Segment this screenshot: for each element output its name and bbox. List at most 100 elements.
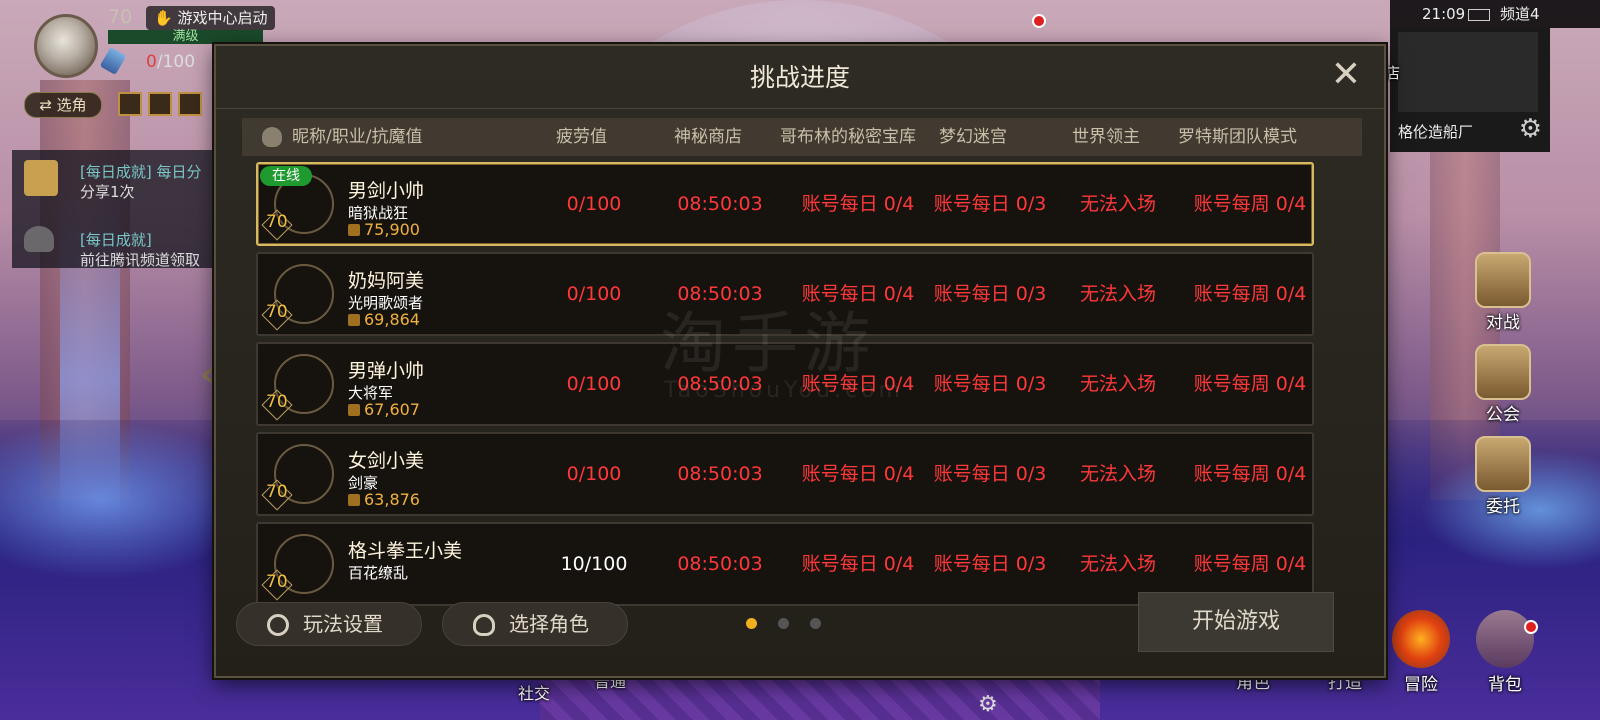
commission-button[interactable]: 委托 [1470, 436, 1536, 517]
fatigue-value: 10/100 [560, 553, 628, 575]
header-mystery-shop: 神秘商店 [674, 127, 742, 147]
world-lord-status: 无法入场 [1079, 283, 1156, 305]
dream-maze-progress: 账号每日 0/3 [933, 463, 1047, 485]
quest-item[interactable]: [每日成就] 每日分 分享1次 [80, 162, 201, 202]
character-select-icon [473, 614, 495, 636]
watermark: 淘手游 [660, 305, 876, 382]
bag-icon [1476, 610, 1534, 668]
world-lord-status: 无法入场 [1079, 373, 1156, 395]
anti-magic-value: 69,864 [364, 310, 420, 329]
select-role-button[interactable]: 选择角色 [442, 602, 628, 646]
fatigue-value: 0/100 [566, 283, 622, 305]
notification-dot [1524, 620, 1538, 634]
minimap[interactable]: 格伦造船厂 ⚙ [1390, 28, 1550, 152]
power-icon [348, 224, 360, 236]
power-icon [348, 494, 360, 506]
character-class: 百花缭乱 [348, 564, 409, 582]
quest-item[interactable]: [每日成就] 前往腾讯频道领取 [80, 230, 200, 270]
person-icon [262, 127, 282, 147]
character-level: 70 [266, 572, 288, 592]
notification-dot [1032, 14, 1046, 28]
anti-magic-power: 75,900 [348, 220, 420, 239]
adventure-icon [1392, 610, 1450, 668]
mystery-shop-timer: 08:50:03 [677, 193, 763, 215]
character-name: 格斗拳王小美 [348, 540, 463, 562]
anti-magic-value: 63,876 [364, 490, 420, 509]
full-level-bar: 满级 [108, 30, 263, 44]
header-dream-maze: 梦幻迷宫 [939, 127, 1007, 147]
anti-magic-value: 67,607 [364, 400, 420, 419]
character-name: 奶妈阿美 [348, 270, 425, 292]
fatigue-counter: 0/100 [146, 52, 195, 72]
character-row[interactable]: 70 女剑小美 剑豪 63,876 0/100 08:50:03 账号每日 0/4 账号每日 … [256, 432, 1314, 516]
anti-magic-power: 69,864 [348, 310, 420, 329]
gear-icon[interactable]: ⚙ [978, 692, 998, 717]
player-level: 70 [108, 6, 133, 28]
fatigue-max: /100 [156, 52, 196, 72]
hand-icon: ✋ [154, 9, 173, 27]
character-name: 女剑小美 [348, 450, 425, 472]
page-dot[interactable] [746, 618, 757, 629]
guild-shield-icon [1475, 344, 1531, 400]
power-icon [348, 404, 360, 416]
rotes-raid-progress: 账号每周 0/4 [1193, 373, 1307, 395]
battery-icon [1468, 9, 1490, 21]
buff-icon[interactable] [178, 92, 202, 116]
scroll-icon [24, 160, 58, 196]
crossed-swords-icon [1475, 252, 1531, 308]
fatigue-current: 0 [146, 52, 157, 72]
guild-label: 公会 [1486, 405, 1520, 425]
buff-icon[interactable] [118, 92, 142, 116]
rotes-raid-progress: 账号每周 0/4 [1193, 193, 1307, 215]
header-goblin-vault: 哥布林的秘密宝库 [780, 127, 916, 147]
minimap-location: 格伦造船厂 [1398, 123, 1474, 141]
fatigue-value: 0/100 [566, 193, 622, 215]
buff-icon[interactable] [148, 92, 172, 116]
mystery-shop-timer: 08:50:03 [677, 553, 763, 575]
prev-page-arrow-icon[interactable]: ‹ [200, 354, 215, 395]
guild-button[interactable]: 公会 [1470, 344, 1536, 425]
page-dot[interactable] [778, 618, 789, 629]
gear-icon[interactable]: ⚙ [1519, 114, 1542, 144]
rotes-raid-progress: 账号每周 0/4 [1193, 283, 1307, 305]
quest-desc: 分享1次 [80, 183, 135, 201]
adventure-button[interactable]: 冒险 [1386, 610, 1456, 695]
header-fatigue: 疲劳值 [556, 127, 607, 147]
rotes-raid-progress: 账号每周 0/4 [1193, 463, 1307, 485]
dream-maze-progress: 账号每日 0/3 [933, 553, 1047, 575]
game-center-launch-badge[interactable]: ✋ 游戏中心启动 [146, 6, 276, 30]
character-level: 70 [266, 212, 288, 232]
header-name: 昵称/职业/抗魔值 [292, 127, 423, 147]
play-settings-label: 玩法设置 [303, 612, 383, 636]
divider [216, 108, 1384, 109]
character-level: 70 [266, 302, 288, 322]
page-dot[interactable] [810, 618, 821, 629]
start-game-button[interactable]: 开始游戏 [1138, 592, 1334, 652]
anti-magic-value: 75,900 [364, 220, 420, 239]
player-avatar[interactable] [34, 14, 98, 78]
quest-title: [每日成就] 每日分 [80, 163, 202, 181]
clock: 21:09 [1422, 5, 1466, 23]
gear-icon [267, 614, 289, 636]
header-rotes-raid: 罗特斯团队模式 [1178, 127, 1297, 147]
close-icon[interactable]: ✕ [1326, 56, 1366, 96]
social-label[interactable]: 社交 [518, 680, 550, 704]
dream-maze-progress: 账号每日 0/3 [933, 373, 1047, 395]
anti-magic-power: 63,876 [348, 490, 420, 509]
watermark-sub: TaoShouYou.com [664, 378, 904, 403]
quest-desc: 前往腾讯频道领取 [80, 251, 201, 269]
character-name: 男弹小帅 [348, 360, 425, 382]
device-status-bar: 21:09 频道4 [1390, 0, 1600, 28]
adventure-label: 冒险 [1404, 675, 1438, 695]
switch-character-button[interactable]: ⇄ 选角 [24, 92, 102, 118]
fatigue-value: 0/100 [566, 463, 622, 485]
anti-magic-power: 67,607 [348, 400, 420, 419]
play-settings-button[interactable]: 玩法设置 [236, 602, 422, 646]
bulletin-board-icon [1475, 436, 1531, 492]
game-center-label: 游戏中心启动 [177, 9, 268, 27]
header-world-lord: 世界领主 [1072, 127, 1140, 147]
dream-maze-progress: 账号每日 0/3 [933, 283, 1047, 305]
pvp-button[interactable]: 对战 [1470, 252, 1536, 333]
character-row[interactable]: 70 在线 男剑小帅 暗狱战狂 75,900 0/100 08:50:03 账号每日 0/4 账… [256, 162, 1314, 246]
character-level: 70 [266, 482, 288, 502]
